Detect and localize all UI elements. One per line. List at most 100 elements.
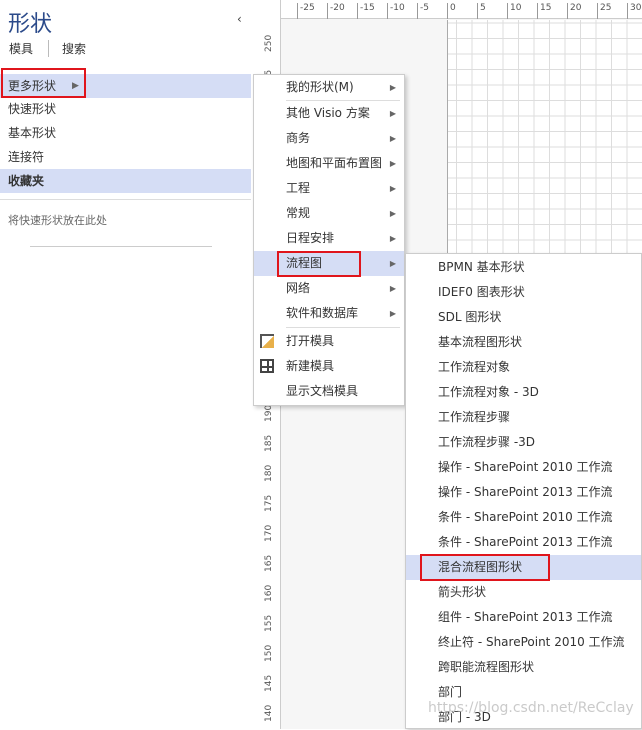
- ruler-tick-label: -20: [327, 3, 345, 19]
- menu-item-label: 基本流程图形状: [438, 335, 523, 349]
- ruler-tick-label: 20: [567, 3, 581, 19]
- submenu-item[interactable]: 终止符 - SharePoint 2010 工作流: [406, 630, 641, 655]
- pane-title: 形状: [8, 12, 53, 37]
- caret-right-icon: ▶: [389, 159, 396, 168]
- ruler-tick-label: 170: [264, 524, 274, 542]
- submenu-item[interactable]: 操作 - SharePoint 2010 工作流: [406, 455, 641, 480]
- ruler-tick-label: 175: [264, 494, 274, 512]
- ruler-tick-label: -5: [417, 3, 429, 19]
- submenu-item[interactable]: 条件 - SharePoint 2010 工作流: [406, 505, 641, 530]
- menu-item-label: 地图和平面布置图: [286, 156, 383, 170]
- menu-item-label: 工作流程步骤: [438, 410, 511, 424]
- menu-item-label: IDEF0 图表形状: [438, 285, 525, 299]
- submenu-item[interactable]: 箭头形状: [406, 580, 641, 605]
- menu-item[interactable]: 网络 ▶: [254, 276, 404, 301]
- sidebar-item-favorites[interactable]: 收藏夹: [0, 169, 251, 193]
- ruler-tick-label: 15: [537, 3, 551, 19]
- submenu-item[interactable]: 基本流程图形状: [406, 330, 641, 355]
- caret-right-icon: ▶: [389, 134, 396, 143]
- menu-item[interactable]: 日程安排 ▶: [254, 226, 404, 251]
- menu-item-label: 条件 - SharePoint 2010 工作流: [438, 510, 613, 524]
- ruler-tick-label: 25: [597, 3, 611, 19]
- caret-right-icon: ▶: [389, 309, 396, 318]
- menu-item-label: 操作 - SharePoint 2010 工作流: [438, 460, 613, 474]
- submenu-item[interactable]: BPMN 基本形状: [406, 255, 641, 280]
- menu-item-label: 软件和数据库: [286, 306, 359, 320]
- menu-item-label: 条件 - SharePoint 2013 工作流: [438, 535, 613, 549]
- ruler-tick-label: 165: [264, 554, 274, 572]
- menu-item-label: 打开模具: [286, 334, 335, 348]
- submenu-item[interactable]: IDEF0 图表形状: [406, 280, 641, 305]
- sidebar-item-basic-shapes[interactable]: 基本形状: [0, 121, 251, 145]
- menu-action[interactable]: 打开模具: [254, 329, 404, 354]
- chevron-left-icon[interactable]: ‹: [237, 12, 242, 26]
- caret-right-icon: ▶: [389, 184, 396, 193]
- submenu-item[interactable]: 条件 - SharePoint 2013 工作流: [406, 530, 641, 555]
- more-shapes-menu: 我的形状(M) ▶ 其他 Visio 方案 ▶ 商务 ▶ 地图和平面布置图 ▶ 工程 ▶ 常规 ▶ 日程…: [253, 74, 405, 406]
- menu-item[interactable]: 商务 ▶: [254, 126, 404, 151]
- menu-item[interactable]: 我的形状(M) ▶: [254, 75, 404, 100]
- menu-item-label: 商务: [286, 131, 311, 145]
- shapes-pane: 形状 ‹ 模具 搜索 更多形状 ▶ 快速形状 基本形状 连接符 收藏夹 将快速形状…: [0, 0, 251, 729]
- submenu-item[interactable]: 操作 - SharePoint 2013 工作流: [406, 480, 641, 505]
- ruler-tick-label: 250: [264, 34, 274, 52]
- caret-right-icon: ▶: [389, 259, 396, 268]
- tab-divider: [48, 40, 49, 57]
- ruler-tick-label: -10: [387, 3, 405, 19]
- submenu-item[interactable]: 工作流程对象: [406, 355, 641, 380]
- menu-item[interactable]: 工程 ▶: [254, 176, 404, 201]
- menu-item-label: 新建模具: [286, 359, 335, 373]
- caret-right-icon: ▶: [389, 209, 396, 218]
- grid-new-icon: [260, 359, 274, 373]
- menu-action[interactable]: 显示文档模具: [254, 379, 404, 404]
- menu-item-label: 日程安排: [286, 231, 335, 245]
- menu-separator: [286, 327, 400, 328]
- menu-item-label: 网络: [286, 281, 311, 295]
- ruler-tick-label: 150: [264, 644, 274, 662]
- menu-item-label: 显示文档模具: [286, 384, 359, 398]
- ruler-tick-label: 30: [627, 3, 641, 19]
- menu-item-label: 部门: [438, 685, 463, 699]
- menu-item[interactable]: 其他 Visio 方案 ▶: [254, 101, 404, 126]
- menu-item-label: 工作流程对象 - 3D: [438, 385, 539, 399]
- horizontal-ruler: -25 -20 -15 -10 -5 0 5 10 15 20 25 30: [262, 0, 642, 19]
- submenu-item[interactable]: SDL 图形状: [406, 305, 641, 330]
- caret-right-icon: ▶: [389, 83, 396, 92]
- menu-item-label: 工作流程对象: [438, 360, 511, 374]
- ruler-tick-label: 185: [264, 434, 274, 452]
- submenu-item[interactable]: 跨职能流程图形状: [406, 655, 641, 680]
- menu-item-label: 跨职能流程图形状: [438, 660, 535, 674]
- menu-separator: [286, 100, 400, 101]
- menu-item-label: 终止符 - SharePoint 2010 工作流: [438, 635, 625, 649]
- tab-search[interactable]: 搜索: [62, 40, 86, 57]
- caret-right-icon: ▶: [389, 234, 396, 243]
- submenu-item[interactable]: 工作流程步骤 -3D: [406, 430, 641, 455]
- menu-item[interactable]: 地图和平面布置图 ▶: [254, 151, 404, 176]
- ruler-tick-label: 160: [264, 584, 274, 602]
- flowchart-submenu: BPMN 基本形状 IDEF0 图表形状 SDL 图形状 基本流程图形状 工作流程对象工…: [405, 253, 642, 729]
- menu-item-label: 组件 - SharePoint 2013 工作流: [438, 610, 613, 624]
- submenu-item[interactable]: 工作流程步骤: [406, 405, 641, 430]
- menu-item-label: SDL 图形状: [438, 310, 502, 324]
- watermark: https://blog.csdn.net/ReCclay: [428, 700, 634, 716]
- submenu-item[interactable]: 工作流程对象 - 3D: [406, 380, 641, 405]
- menu-action[interactable]: 新建模具: [254, 354, 404, 379]
- caret-right-icon: ▶: [389, 109, 396, 118]
- menu-item-label: 工程: [286, 181, 311, 195]
- annotation-box: [420, 554, 550, 581]
- tab-stencils[interactable]: 模具: [9, 40, 33, 57]
- menu-item[interactable]: 软件和数据库 ▶: [254, 301, 404, 326]
- submenu-item[interactable]: 组件 - SharePoint 2013 工作流: [406, 605, 641, 630]
- sidebar-item-quick-shapes[interactable]: 快速形状: [0, 97, 251, 121]
- ruler-tick-label: -15: [357, 3, 375, 19]
- ruler-tick-label: -25: [297, 3, 315, 19]
- annotation-box: [277, 251, 361, 277]
- menu-item-label: 常规: [286, 206, 311, 220]
- ruler-tick-label: 180: [264, 464, 274, 482]
- sidebar-item-connectors[interactable]: 连接符: [0, 145, 251, 169]
- menu-item[interactable]: 常规 ▶: [254, 201, 404, 226]
- menu-item-label: BPMN 基本形状: [438, 260, 525, 274]
- menu-item-label: 工作流程步骤 -3D: [438, 435, 536, 449]
- ruler-tick-label: 145: [264, 674, 274, 692]
- ruler-tick-label: 155: [264, 614, 274, 632]
